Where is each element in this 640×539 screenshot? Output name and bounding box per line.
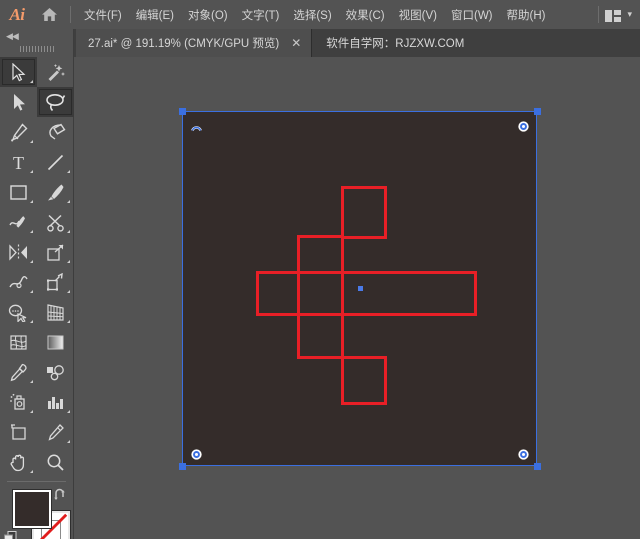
curvature-tool[interactable]: [37, 117, 74, 147]
menu-window[interactable]: 窗口(W): [444, 0, 500, 29]
menu-view[interactable]: 视图(V): [392, 0, 444, 29]
eyedropper-tool[interactable]: [0, 357, 37, 387]
slice-tool[interactable]: [37, 417, 74, 447]
tool-flyout-indicator: [67, 230, 70, 233]
menu-file[interactable]: 文件(F): [77, 0, 129, 29]
menu-bar: Ai 文件(F) 编辑(E) 对象(O) 文字(T) 选择(S) 效果(C) 视…: [0, 0, 640, 29]
artboard-handle-top-left[interactable]: [179, 108, 186, 115]
live-corner-widget-bottom-left[interactable]: [191, 447, 202, 460]
collapse-panel-button[interactable]: ◀◀: [0, 29, 73, 43]
tool-flyout-indicator: [30, 200, 33, 203]
document-tab-bar: 27.ai* @ 191.19% (CMYK/GPU 预览) ✕ 软件自学网：R…: [0, 29, 640, 57]
menu-edit[interactable]: 编辑(E): [129, 0, 181, 29]
menu-help[interactable]: 帮助(H): [500, 0, 553, 29]
tool-flyout-indicator: [30, 80, 33, 83]
tool-grid: T: [0, 55, 74, 477]
illustrator-window: Ai 文件(F) 编辑(E) 对象(O) 文字(T) 选择(S) 效果(C) 视…: [0, 0, 640, 539]
default-fill-stroke-icon[interactable]: [4, 531, 17, 539]
blend-tool[interactable]: [37, 357, 74, 387]
lasso-tool[interactable]: [37, 87, 74, 117]
live-corner-widget-top-right[interactable]: [518, 119, 529, 132]
object-center-point: [358, 286, 363, 291]
tool-flyout-indicator: [30, 230, 33, 233]
direct-selection-tool[interactable]: [0, 87, 37, 117]
artboard-handle-top-right[interactable]: [534, 108, 541, 115]
tool-flyout-indicator: [67, 440, 70, 443]
tool-flyout-indicator: [30, 260, 33, 263]
tool-flyout-indicator: [67, 410, 70, 413]
pen-tool[interactable]: [0, 117, 37, 147]
rectangle-tool[interactable]: [0, 177, 37, 207]
width-tool[interactable]: [0, 267, 37, 297]
chevron-down-icon: ▾: [627, 9, 632, 19]
tool-flyout-indicator: [30, 470, 33, 473]
mesh-tool[interactable]: [0, 327, 37, 357]
panel-grip[interactable]: [0, 43, 73, 55]
menu-effect[interactable]: 效果(C): [339, 0, 392, 29]
gradient-tool[interactable]: [37, 327, 74, 357]
menubar-divider-2: [598, 6, 600, 23]
fill-swatch[interactable]: [12, 489, 52, 529]
rotate-tool[interactable]: [0, 237, 37, 267]
swap-fill-stroke-icon[interactable]: [53, 488, 67, 502]
grip-dots-icon: [19, 46, 54, 52]
hand-tool[interactable]: [0, 447, 37, 477]
shaper-tool[interactable]: [0, 207, 37, 237]
ai-logo-icon: Ai: [9, 4, 25, 24]
tool-flyout-indicator: [30, 140, 33, 143]
line-segment-tool[interactable]: [37, 147, 74, 177]
tool-flyout-indicator: [30, 170, 33, 173]
menu-select[interactable]: 选择(S): [286, 0, 338, 29]
fill-stroke-controls: [0, 486, 73, 539]
shape-builder-tool[interactable]: [0, 297, 37, 327]
free-transform-tool[interactable]: [37, 267, 74, 297]
type-tool[interactable]: T: [0, 147, 37, 177]
tool-flyout-indicator: [67, 200, 70, 203]
menubar-divider: [70, 6, 71, 23]
perspective-grid-tool[interactable]: [37, 297, 74, 327]
tool-flyout-indicator: [30, 380, 33, 383]
scale-tool[interactable]: [37, 237, 74, 267]
zoom-tool[interactable]: [37, 447, 74, 477]
scissors-tool[interactable]: [37, 207, 74, 237]
artboard-tool[interactable]: [0, 417, 37, 447]
watermark-text: 软件自学网：RJZXW.COM: [326, 38, 465, 50]
menu-object[interactable]: 对象(O): [181, 0, 235, 29]
close-icon[interactable]: ✕: [289, 37, 303, 49]
tool-flyout-indicator: [67, 170, 70, 173]
artboard-handle-bottom-left[interactable]: [179, 463, 186, 470]
artboard-handle-bottom-right[interactable]: [534, 463, 541, 470]
column-graph-tool[interactable]: [37, 387, 74, 417]
tools-divider: [7, 481, 66, 482]
tool-flyout-indicator: [67, 260, 70, 263]
tool-flyout-indicator: [30, 290, 33, 293]
magic-wand-tool[interactable]: [37, 57, 74, 87]
symbol-sprayer-tool[interactable]: [0, 387, 37, 417]
document-tab-title: 27.ai* @ 191.19% (CMYK/GPU 预览): [88, 38, 280, 50]
tool-flyout-indicator: [67, 290, 70, 293]
svg-text:T: T: [13, 153, 24, 172]
live-corner-widget-bottom-right[interactable]: [518, 447, 529, 460]
arrange-documents-icon: [605, 9, 622, 22]
canvas-area[interactable]: [74, 57, 640, 539]
tools-panel: ◀◀ T: [0, 29, 74, 539]
paintbrush-tool[interactable]: [37, 177, 74, 207]
tool-flyout-indicator: [67, 320, 70, 323]
tool-flyout-indicator: [30, 410, 33, 413]
selection-tool[interactable]: [0, 57, 37, 87]
live-corner-widget-top-left[interactable]: [191, 119, 202, 132]
arrange-documents-button[interactable]: ▾: [592, 0, 640, 29]
menu-type[interactable]: 文字(T): [235, 0, 287, 29]
home-icon[interactable]: [34, 0, 64, 29]
tool-flyout-indicator: [30, 320, 33, 323]
document-tab[interactable]: 27.ai* @ 191.19% (CMYK/GPU 预览) ✕: [76, 29, 313, 57]
